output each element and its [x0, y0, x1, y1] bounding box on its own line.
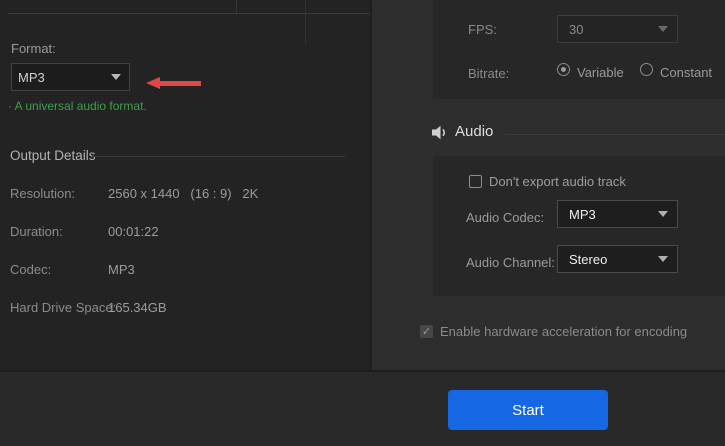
audio-channel-label: Audio Channel:: [466, 255, 555, 270]
detail-label: Hard Drive Space:: [10, 300, 117, 315]
start-button[interactable]: Start: [448, 390, 608, 430]
radio-constant[interactable]: [640, 63, 653, 76]
audio-channel-value: Stereo: [569, 251, 608, 267]
panel-divider: [8, 13, 370, 14]
pointer-arrow-annotation: [146, 77, 201, 90]
format-label: Format:: [11, 41, 56, 56]
speaker-icon: [432, 125, 449, 140]
detail-row-resolution: Resolution: 2560 x 1440 (16 : 9) 2K: [10, 186, 360, 202]
footer-bar: Start: [0, 370, 725, 446]
detail-row-codec: Codec: MP3: [10, 262, 360, 278]
detail-row-hard-drive-space: Hard Drive Space: 165.34GB: [10, 300, 360, 316]
arrow-head: [146, 77, 160, 89]
audio-codec-dropdown[interactable]: MP3: [557, 200, 678, 228]
bitrate-label: Bitrate:: [468, 66, 510, 81]
radio-constant-label: Constant: [660, 65, 713, 80]
fps-label: FPS:: [468, 22, 497, 37]
detail-value: 2560 x 1440 (16 : 9) 2K: [108, 186, 259, 201]
detail-value: 165.34GB: [108, 300, 167, 315]
format-dropdown[interactable]: MP3: [11, 63, 130, 91]
detail-label: Codec:: [10, 262, 52, 277]
fps-dropdown-value: 30: [569, 21, 584, 37]
panel-divider: [305, 0, 306, 45]
output-details-title: Output Details: [10, 148, 96, 163]
section-divider: [92, 156, 345, 157]
audio-codec-value: MP3: [569, 206, 596, 222]
format-dropdown-value: MP3: [18, 69, 45, 85]
fps-dropdown[interactable]: 30: [557, 15, 678, 43]
export-dialog: Format: MP3 · A universal audio format. …: [0, 0, 725, 446]
format-panel: Format: MP3 · A universal audio format. …: [0, 0, 372, 370]
chevron-down-icon: [658, 211, 668, 217]
format-description: · A universal audio format.: [8, 99, 147, 113]
radio-variable-label: Variable: [577, 65, 624, 80]
detail-label: Resolution:: [10, 186, 76, 201]
detail-row-duration: Duration: 00:01:22: [10, 224, 360, 240]
detail-label: Duration:: [10, 224, 63, 239]
arrow-shaft: [159, 81, 201, 86]
detail-value: 00:01:22: [108, 224, 159, 239]
chevron-down-icon: [658, 256, 668, 262]
dont-export-audio-checkbox[interactable]: [469, 175, 482, 188]
chevron-down-icon: [658, 26, 668, 32]
dont-export-audio-label: Don't export audio track: [489, 174, 626, 189]
hardware-acceleration-label: Enable hardware acceleration for encodin…: [440, 324, 688, 339]
audio-codec-label: Audio Codec:: [466, 210, 545, 225]
hardware-acceleration-checkbox[interactable]: ✓: [420, 325, 433, 338]
detail-value: MP3: [108, 262, 135, 277]
section-divider: [505, 134, 725, 135]
chevron-down-icon: [111, 74, 121, 80]
radio-variable[interactable]: [557, 63, 570, 76]
audio-channel-dropdown[interactable]: Stereo: [557, 245, 678, 273]
panel-divider: [236, 0, 237, 13]
audio-section-title: Audio: [455, 123, 494, 140]
